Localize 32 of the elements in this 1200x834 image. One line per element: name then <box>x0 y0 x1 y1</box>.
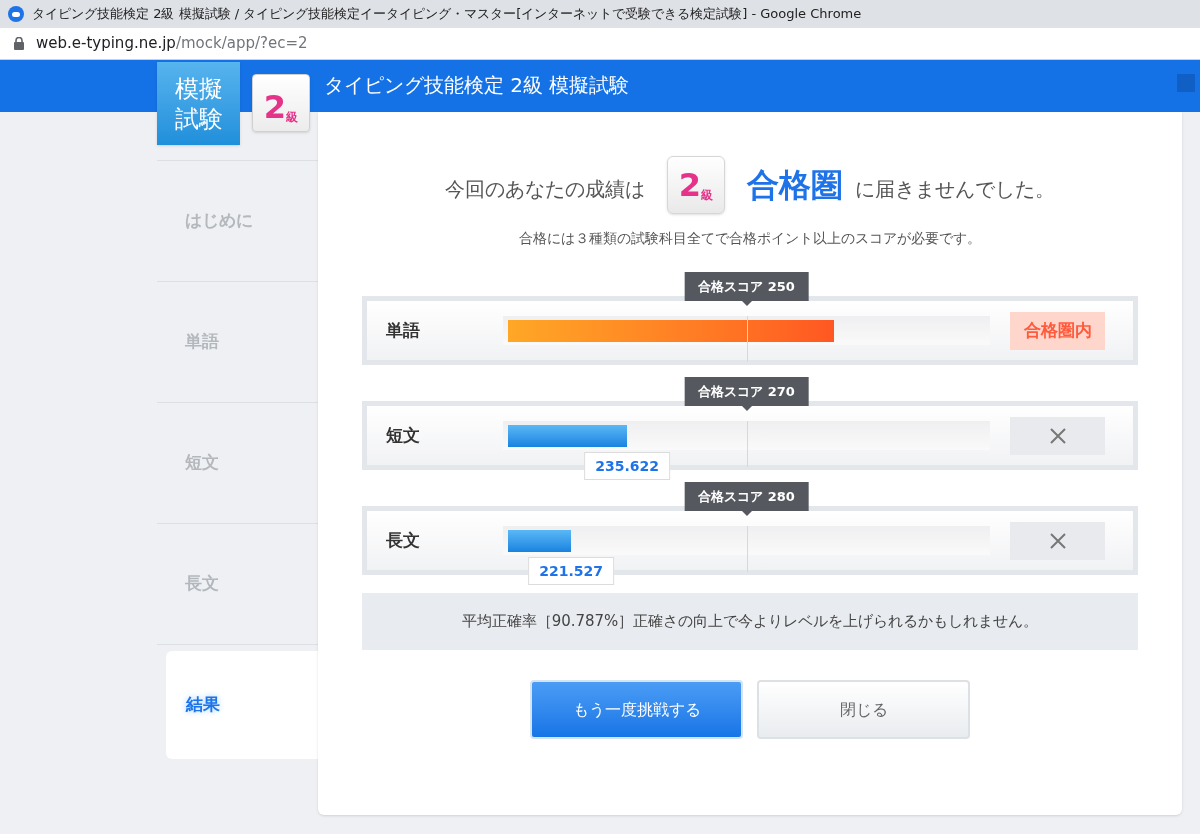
pass-score-tooltip: 合格スコア 250 <box>684 272 809 301</box>
result-lead: 今回のあなたの成績は <box>445 176 645 203</box>
accuracy-text: 平均正確率［90.787%］正確さの向上で今よりレベルを上げられるかもしれません。 <box>461 611 1039 633</box>
subject-label: 短文 <box>386 423 421 447</box>
cross-icon <box>1048 531 1067 550</box>
corner-square-icon <box>1177 74 1195 92</box>
pass-line <box>746 316 748 362</box>
retry-button[interactable]: もう一度挑戦する <box>530 680 743 739</box>
lock-icon <box>14 37 24 50</box>
url-text[interactable]: web.e-typing.ne.jp/mock/app/?ec=2 <box>36 32 308 55</box>
tooltip-pointer-icon <box>741 301 752 306</box>
close-button[interactable]: 閉じる <box>757 680 970 739</box>
pass-note: 合格には３種類の試験科目全てで合格ポイント以上のスコアが必要です。 <box>519 229 981 248</box>
score-label: 221.527 <box>528 557 615 585</box>
grade-badge: 2級 <box>667 156 725 214</box>
pass-score-tooltip: 合格スコア 280 <box>684 482 809 511</box>
exam-logo: 模擬 試験 <box>157 62 240 145</box>
tooltip-pointer-icon <box>741 406 752 411</box>
pass-zone-badge: 合格圏内 <box>1010 311 1105 350</box>
cross-icon <box>1048 426 1067 445</box>
site-icon <box>8 6 24 22</box>
tooltip-pointer-icon <box>741 511 752 516</box>
result-tail: に届きませんでした。 <box>855 176 1055 203</box>
score-label: 235.622 <box>584 452 671 480</box>
subject-label: 長文 <box>386 528 421 552</box>
pass-zone-text: 合格圏 <box>747 165 843 206</box>
sidebar-item[interactable]: 結果 <box>166 651 318 759</box>
pass-score-tooltip: 合格スコア 270 <box>684 377 809 406</box>
grade-badge: 2級 <box>252 74 310 132</box>
subject-label: 単語 <box>386 318 421 342</box>
window-title: タイピング技能検定 2級 模擬試験 / タイピング技能検定イータイピング・マスター[インターネットで受験できる検定試験] - Google Chrome <box>32 5 862 24</box>
header-title: タイピング技能検定 2級 模擬試験 <box>324 72 630 99</box>
